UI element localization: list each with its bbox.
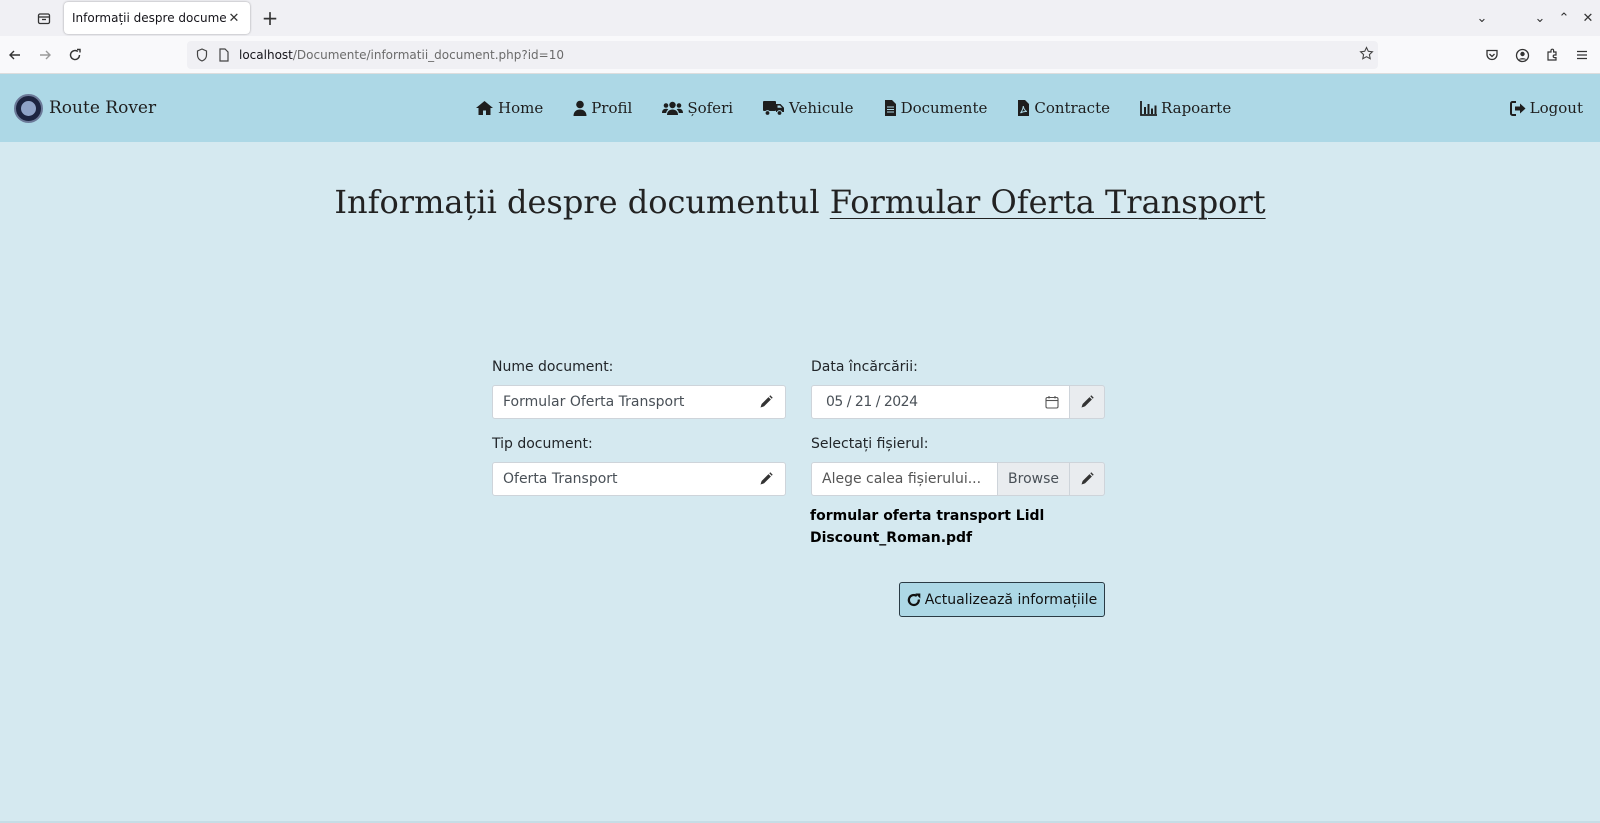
document-type-value: Oferta Transport [503, 471, 618, 487]
menu-item-soferi[interactable]: Șoferi [662, 99, 733, 117]
menu-label: Contracte [1034, 99, 1110, 117]
current-file-name: formular oferta transport Lidl Discount_… [810, 508, 1045, 546]
menu-label: Rapoarte [1160, 99, 1232, 117]
edit-file-button[interactable] [1069, 462, 1105, 496]
chevron-down-icon[interactable]: ⌄ [1476, 11, 1488, 26]
bookmark-star-icon[interactable] [1359, 46, 1374, 64]
calendar-icon[interactable] [1035, 395, 1069, 409]
browser-tab[interactable]: Informații despre document ✕ [64, 2, 250, 34]
brand-link[interactable]: Route Rover [14, 93, 157, 123]
logout-icon [1509, 100, 1526, 116]
menu-item-home[interactable]: Home [475, 99, 543, 117]
truck-icon [763, 101, 785, 116]
update-button-label: Actualizează informațiile [924, 591, 1098, 608]
minimize-icon[interactable]: ⌄ [1534, 11, 1546, 26]
menu-label: Home [498, 99, 544, 117]
document-name-field[interactable]: Formular Oferta Transport [492, 385, 786, 419]
tab-list-icon[interactable] [28, 4, 60, 32]
logo [14, 93, 43, 123]
page-title: Informații despre documentul Formular Of… [0, 183, 1600, 221]
account-icon[interactable] [1512, 48, 1532, 63]
back-arrow-icon[interactable] [0, 40, 30, 70]
address-bar[interactable]: localhost/Documente/informatii_document.… [187, 41, 1378, 69]
menu-icon[interactable] [1572, 48, 1592, 62]
document-name-value: Formular Oferta Transport [503, 394, 685, 410]
app-header: Route Rover Home Profil Șoferi Vehicule … [0, 74, 1600, 142]
edit-pencil-icon [1081, 472, 1094, 485]
shield-icon[interactable] [191, 48, 213, 62]
edit-pencil-icon[interactable] [747, 395, 785, 409]
upload-date-label: Data încărcării: [811, 359, 918, 375]
brand-name: Route Rover [49, 98, 157, 118]
new-tab-icon[interactable]: + [256, 4, 284, 32]
browser-nav-bar: localhost/Documente/informatii_document.… [0, 36, 1600, 74]
select-file-label: Selectați fișierul: [811, 436, 929, 452]
upload-date-input[interactable]: 05 / 21 / 2024 [811, 385, 1070, 419]
file-placeholder: Alege calea fișierului... [822, 471, 982, 487]
menu-item-documente[interactable]: Documente [884, 99, 988, 117]
browser-tab-bar: Informații despre document ✕ + ⌄ ⌄ ⌃ ✕ [0, 0, 1600, 36]
main-menu: Home Profil Șoferi Vehicule Documente Co… [475, 74, 1261, 142]
file-input[interactable]: Alege calea fișierului... Browse [811, 462, 1070, 496]
menu-label: Șoferi [687, 99, 734, 117]
menu-label: Vehicule [789, 99, 854, 117]
reload-icon[interactable] [60, 40, 90, 70]
menu-label: Documente [900, 99, 988, 117]
home-icon [476, 101, 493, 115]
window-controls: ⌄ ⌄ ⌃ ✕ [1476, 0, 1594, 36]
page-title-prefix: Informații despre documentul [334, 183, 820, 221]
upload-date-value: 05 / 21 / 2024 [826, 394, 918, 410]
document-type-label: Tip document: [492, 436, 593, 452]
document-name-label: Nume document: [492, 359, 614, 375]
close-window-icon[interactable]: ✕ [1582, 11, 1594, 26]
logout-label: Logout [1529, 99, 1583, 117]
pdf-file-icon [1018, 100, 1030, 116]
close-tab-icon[interactable]: ✕ [226, 11, 242, 26]
maximize-icon[interactable]: ⌃ [1558, 11, 1570, 26]
extensions-icon[interactable] [1542, 48, 1562, 62]
menu-item-rapoarte[interactable]: Rapoarte [1140, 99, 1231, 117]
page-title-document-name: Formular Oferta Transport [829, 183, 1266, 221]
document-type-field[interactable]: Oferta Transport [492, 462, 786, 496]
bar-chart-icon [1140, 100, 1157, 116]
edit-date-button[interactable] [1069, 385, 1105, 419]
users-icon [662, 101, 684, 115]
update-info-button[interactable]: Actualizează informațiile [899, 582, 1105, 617]
refresh-icon [907, 593, 921, 606]
logout-link[interactable]: Logout [1509, 74, 1583, 142]
url-text: localhost/Documente/informatii_document.… [239, 48, 564, 62]
document-icon [884, 100, 896, 116]
menu-label: Profil [591, 99, 633, 117]
browse-button[interactable]: Browse [997, 463, 1069, 495]
menu-item-vehicule[interactable]: Vehicule [763, 99, 854, 117]
page-info-icon[interactable] [213, 48, 235, 62]
pocket-icon[interactable] [1482, 48, 1502, 62]
edit-pencil-icon[interactable] [747, 472, 785, 486]
forward-arrow-icon[interactable] [30, 40, 60, 70]
edit-pencil-icon [1081, 395, 1094, 408]
menu-item-profil[interactable]: Profil [573, 99, 632, 117]
tab-title: Informații despre document [72, 11, 226, 25]
menu-item-contracte[interactable]: Contracte [1017, 99, 1110, 117]
toolbar-right [1482, 36, 1592, 74]
user-icon [573, 100, 587, 116]
